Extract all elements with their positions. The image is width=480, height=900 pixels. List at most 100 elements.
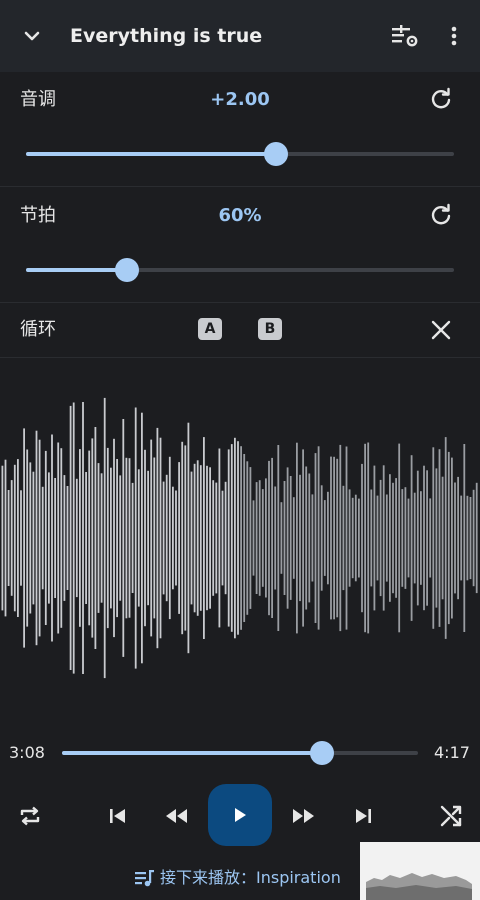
mini-preview-image	[360, 842, 480, 900]
waveform-bar	[237, 441, 239, 635]
waveform[interactable]	[0, 358, 480, 722]
elapsed-time: 3:08	[9, 743, 45, 762]
top-app-bar: Everything is true	[0, 0, 480, 72]
waveform-bar	[125, 457, 128, 619]
waveform-bar	[29, 462, 32, 614]
repeat-icon[interactable]	[17, 803, 43, 829]
waveform-bar	[35, 430, 38, 646]
waveform-bar	[17, 459, 19, 617]
waveform-bar	[178, 462, 180, 614]
waveform-bar	[305, 466, 308, 610]
waveform-bar	[150, 439, 153, 637]
waveform-bar	[203, 437, 205, 639]
waveform-bar	[286, 467, 289, 609]
pitch-slider[interactable]	[26, 142, 454, 166]
loop-section: 循环	[0, 303, 480, 358]
waveform-bar	[224, 481, 227, 595]
play-button[interactable]	[208, 784, 272, 846]
playback-progress-thumb[interactable]	[309, 741, 334, 765]
waveform-bar	[376, 495, 379, 581]
waveform-bar	[469, 497, 472, 580]
skip-next-icon[interactable]	[351, 804, 375, 828]
waveform-bar	[317, 446, 320, 630]
waveform-bar	[435, 468, 438, 608]
waveform-bar	[354, 494, 357, 582]
waveform-bar	[103, 397, 106, 679]
pitch-slider-thumb[interactable]	[264, 142, 289, 166]
waveform-bar	[230, 444, 233, 632]
waveform-bar	[271, 457, 273, 618]
shuffle-icon[interactable]	[438, 803, 464, 829]
tempo-reset-icon[interactable]	[428, 203, 454, 229]
waveform-bar	[429, 498, 432, 578]
pitch-reset-icon[interactable]	[428, 87, 454, 113]
waveform-bar	[392, 482, 394, 594]
waveform-bar	[268, 460, 270, 616]
tempo-slider[interactable]	[26, 258, 454, 282]
waveform-bar	[265, 478, 267, 598]
waveform-bar	[20, 490, 22, 586]
waveform-bar	[311, 494, 314, 582]
waveform-bar	[51, 434, 53, 642]
waveform-bar	[361, 463, 363, 613]
waveform-bar	[10, 480, 13, 596]
waveform-bar	[91, 438, 94, 638]
playback-progress-slider[interactable]	[62, 741, 418, 765]
waveform-bar	[141, 412, 143, 664]
waveform-bar	[209, 467, 211, 609]
up-next-text: 接下来播放：Inspiration	[160, 868, 341, 887]
waveform-bar	[153, 457, 156, 619]
pitch-label: 音调	[20, 89, 56, 110]
waveform-bar	[432, 447, 435, 629]
tune-settings-icon[interactable]	[390, 22, 420, 50]
waveform-bar	[423, 465, 425, 611]
fast-forward-icon[interactable]	[289, 804, 317, 828]
more-vert-icon[interactable]	[442, 22, 466, 50]
waveform-bar	[382, 465, 385, 611]
waveform-bar	[292, 497, 295, 579]
tempo-slider-thumb[interactable]	[114, 258, 139, 282]
waveform-bar	[156, 427, 159, 649]
waveform-bar	[454, 482, 456, 594]
waveform-bar	[97, 463, 100, 613]
waveform-bar	[165, 474, 168, 602]
waveform-bar	[246, 461, 249, 615]
tempo-section: 节拍 60%	[0, 187, 480, 303]
waveform-bar	[212, 480, 215, 596]
waveform-bar	[451, 457, 453, 619]
loop-point-b-button[interactable]: B	[258, 318, 282, 340]
chevron-down-icon[interactable]	[20, 24, 44, 48]
waveform-bar	[420, 491, 422, 585]
waveform-bar	[116, 459, 118, 618]
skip-previous-icon[interactable]	[106, 804, 130, 828]
waveform-bar	[401, 489, 404, 587]
waveform-bar	[407, 498, 410, 578]
waveform-bar	[1, 465, 4, 611]
waveform-bar	[69, 405, 72, 670]
waveform-bar	[44, 450, 47, 625]
waveform-bar	[172, 486, 174, 590]
waveform-bar	[336, 458, 339, 618]
waveform-bar	[348, 489, 351, 587]
waveform-bar	[168, 456, 171, 620]
waveform-bar	[79, 449, 81, 627]
waveform-bar	[162, 481, 165, 595]
waveform-bar	[457, 476, 459, 600]
waveform-bar	[373, 465, 376, 611]
close-icon[interactable]	[429, 318, 453, 342]
waveform-bar	[221, 490, 224, 586]
waveform-bar	[106, 447, 109, 629]
waveform-bar	[75, 478, 78, 598]
fast-rewind-icon[interactable]	[163, 804, 191, 828]
waveform-bar	[299, 474, 301, 602]
loop-point-a-button[interactable]: A	[198, 318, 222, 340]
waveform-bar	[38, 439, 41, 637]
waveform-bar	[159, 437, 162, 639]
waveform-bar	[323, 500, 326, 576]
waveform-bar	[426, 470, 428, 606]
waveform-bar	[72, 402, 75, 674]
waveform-bar	[274, 486, 277, 590]
waveform-bar	[308, 473, 311, 603]
waveform-bar	[13, 464, 16, 612]
waveform-bar	[314, 453, 317, 623]
